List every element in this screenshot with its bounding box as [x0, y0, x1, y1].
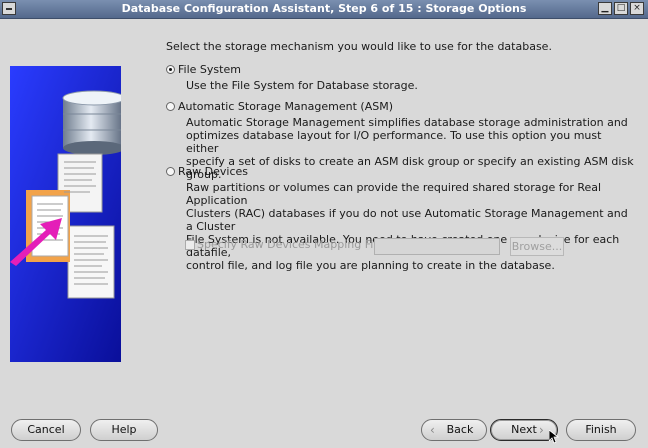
close-icon[interactable]: × — [630, 2, 644, 15]
description-line: optimizes database layout for I/O perfor… — [186, 129, 602, 155]
option-description: Automatic Storage Management simplifies … — [186, 116, 636, 181]
mouse-cursor-icon — [549, 430, 559, 444]
option-label[interactable]: File System — [178, 63, 241, 76]
raw-mapping-file-field[interactable] — [374, 238, 500, 255]
option-label[interactable]: Raw Devices — [178, 165, 248, 178]
next-button[interactable]: Next › — [490, 419, 558, 441]
chevron-left-icon: ‹ — [430, 423, 435, 437]
option-label[interactable]: Automatic Storage Management (ASM) — [178, 100, 393, 113]
back-label: Back — [446, 423, 474, 436]
radio-file-system[interactable] — [166, 65, 175, 74]
description-line: Raw partitions or volumes can provide th… — [186, 181, 602, 207]
maximize-icon[interactable]: □ — [614, 2, 628, 15]
database-icon — [62, 90, 121, 155]
description-line: Automatic Storage Management simplifies … — [186, 116, 628, 129]
description-line: Use the File System for Database storage… — [186, 79, 418, 92]
window-title: Database Configuration Assistant, Step 6… — [121, 2, 527, 15]
finish-button[interactable]: Finish — [566, 419, 636, 441]
next-label: Next — [511, 423, 537, 436]
option-description: Raw partitions or volumes can provide th… — [186, 181, 636, 272]
radio-raw-devices[interactable] — [166, 167, 175, 176]
option-description: Use the File System for Database storage… — [186, 79, 636, 92]
storage-illustration — [10, 66, 121, 362]
radio-asm[interactable] — [166, 102, 175, 111]
description-line: specify a set of disks to create an ASM … — [186, 155, 634, 181]
cancel-button[interactable]: Cancel — [11, 419, 81, 441]
description-line: Clusters (RAC) databases if you do not u… — [186, 207, 628, 233]
raw-mapping-label: Specify Raw Devices Mapping File — [197, 238, 384, 251]
chevron-right-icon: › — [539, 423, 544, 437]
browse-button[interactable]: Browse... — [510, 237, 564, 256]
back-button[interactable]: ‹ Back — [421, 419, 487, 441]
title-bar: Database Configuration Assistant, Step 6… — [0, 0, 648, 19]
instruction-text: Select the storage mechanism you would l… — [166, 40, 552, 53]
raw-mapping-checkbox[interactable] — [185, 240, 195, 250]
help-button[interactable]: Help — [90, 419, 158, 441]
minimize-icon[interactable]: ▁ — [598, 2, 612, 15]
description-line: control file, and log file you are plann… — [186, 259, 555, 272]
